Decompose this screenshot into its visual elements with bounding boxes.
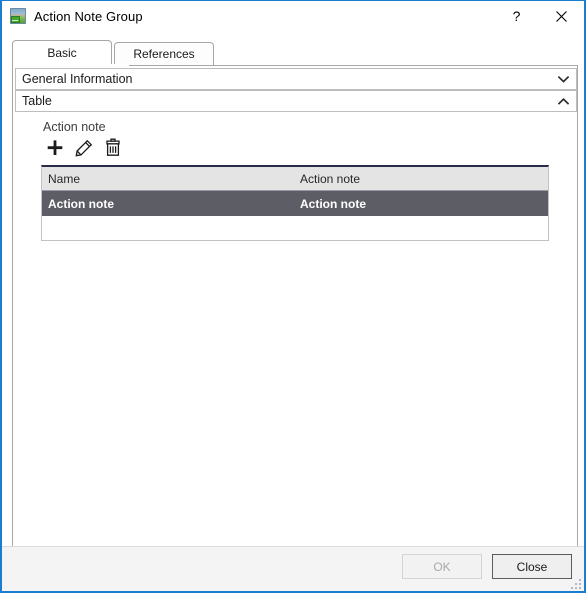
add-icon <box>47 140 63 155</box>
tab-references[interactable]: References <box>114 42 214 65</box>
action-note-group: Action note Name Action note Action note… <box>41 119 561 241</box>
footer-button-bar: OK Close <box>402 554 572 579</box>
help-button[interactable]: ? <box>494 1 539 31</box>
chevron-down-icon <box>550 75 576 83</box>
ok-button[interactable]: OK <box>402 554 482 579</box>
chevron-up-icon <box>550 97 576 105</box>
ok-button-label: OK <box>433 559 451 574</box>
resize-grip[interactable] <box>568 576 581 589</box>
title-bar: Action Note Group ? <box>2 1 584 31</box>
grid-toolbar <box>41 135 561 161</box>
edit-icon <box>75 139 93 157</box>
tab-references-label: References <box>133 47 195 61</box>
dialog-body: Basic References General Information Tab… <box>2 31 584 576</box>
expander-table-label: Table <box>22 94 52 108</box>
window-controls: ? <box>494 1 584 31</box>
question-mark-icon: ? <box>512 8 521 24</box>
tab-strip: Basic References <box>12 40 214 65</box>
table-row[interactable]: Action note Action note <box>42 191 548 216</box>
expander-table[interactable]: Table <box>15 90 577 112</box>
grid-header-row: Name Action note <box>42 167 548 191</box>
dialog-window: Action Note Group ? Basic References Gen… <box>0 0 586 593</box>
cell-action-note: Action note <box>300 196 366 211</box>
delete-icon <box>106 138 120 156</box>
tab-basic-label: Basic <box>47 46 77 60</box>
column-header-action-note[interactable]: Action note <box>296 172 548 186</box>
close-dialog-button[interactable]: Close <box>492 554 572 579</box>
tab-basic[interactable]: Basic <box>12 40 112 65</box>
grid-empty-row <box>42 216 548 240</box>
action-note-grid[interactable]: Name Action note Action note Action note <box>41 165 549 241</box>
expander-general-information[interactable]: General Information <box>15 68 577 90</box>
expander-general-information-label: General Information <box>22 72 133 86</box>
close-icon <box>556 10 567 22</box>
group-title: Action note <box>43 120 106 134</box>
add-button[interactable] <box>43 136 67 160</box>
cell-name: Action note <box>48 196 114 211</box>
dialog-footer: OK Close <box>2 546 584 591</box>
close-dialog-button-label: Close <box>516 559 548 574</box>
application-icon <box>10 8 26 24</box>
close-button[interactable] <box>539 1 584 31</box>
window-title: Action Note Group <box>34 8 143 24</box>
delete-button[interactable] <box>101 136 125 160</box>
column-header-name[interactable]: Name <box>42 172 296 186</box>
edit-button[interactable] <box>72 136 96 160</box>
tab-panel-basic: General Information Table Action note Na… <box>12 65 578 576</box>
tab-panel-seam <box>13 64 129 66</box>
